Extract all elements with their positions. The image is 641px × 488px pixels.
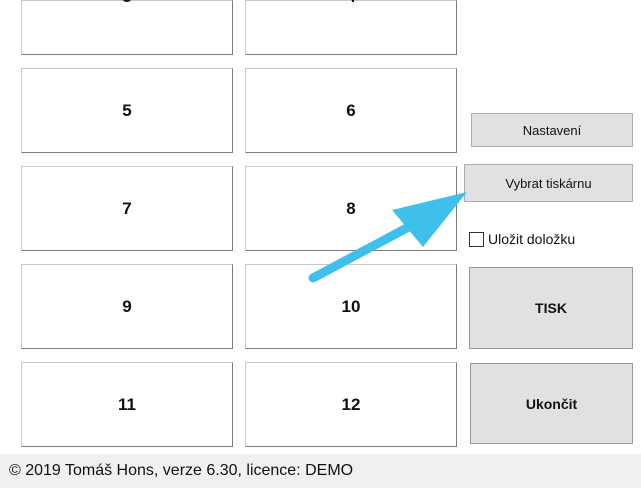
number-button-label: 7 — [122, 198, 132, 218]
status-bar: © 2019 Tomáš Hons, verze 6.30, licence: … — [0, 454, 641, 488]
settings-button[interactable]: Nastavení — [471, 113, 633, 147]
checkbox-box[interactable] — [469, 231, 484, 247]
number-button-label: 3 — [122, 0, 131, 7]
select-printer-button-label: Vybrat tiskárnu — [505, 175, 592, 191]
number-button-5[interactable]: 5 — [21, 68, 233, 153]
exit-button-label: Ukončit — [525, 395, 578, 412]
number-button-label: 10 — [341, 296, 361, 316]
number-button-12[interactable]: 12 — [245, 362, 457, 447]
number-button-label: 8 — [346, 198, 356, 218]
number-button-9[interactable]: 9 — [21, 264, 233, 349]
number-button-11[interactable]: 11 — [21, 362, 233, 447]
save-clause-checkbox[interactable]: Uložit doložku — [469, 231, 575, 247]
number-button-label: 5 — [122, 100, 132, 120]
settings-button-label: Nastavení — [522, 122, 582, 138]
print-button[interactable]: TISK — [469, 267, 633, 349]
number-button-8[interactable]: 8 — [245, 166, 457, 251]
status-bar-text: © 2019 Tomáš Hons, verze 6.30, licence: … — [9, 462, 354, 479]
exit-button[interactable]: Ukončit — [470, 363, 633, 444]
number-button-label: 4 — [346, 0, 355, 7]
number-button-4[interactable]: 4 — [245, 0, 457, 55]
select-printer-button[interactable]: Vybrat tiskárnu — [464, 164, 633, 202]
save-clause-label: Uložit doložku — [488, 231, 576, 247]
number-button-label: 9 — [122, 296, 132, 316]
number-button-6[interactable]: 6 — [245, 68, 457, 153]
number-button-label: 11 — [118, 394, 136, 414]
print-button-label: TISK — [535, 300, 567, 316]
number-button-3[interactable]: 3 — [21, 0, 233, 55]
number-button-10[interactable]: 10 — [245, 264, 457, 349]
number-button-7[interactable]: 7 — [21, 166, 233, 251]
number-button-label: 6 — [346, 100, 356, 120]
number-button-label: 12 — [341, 394, 361, 414]
